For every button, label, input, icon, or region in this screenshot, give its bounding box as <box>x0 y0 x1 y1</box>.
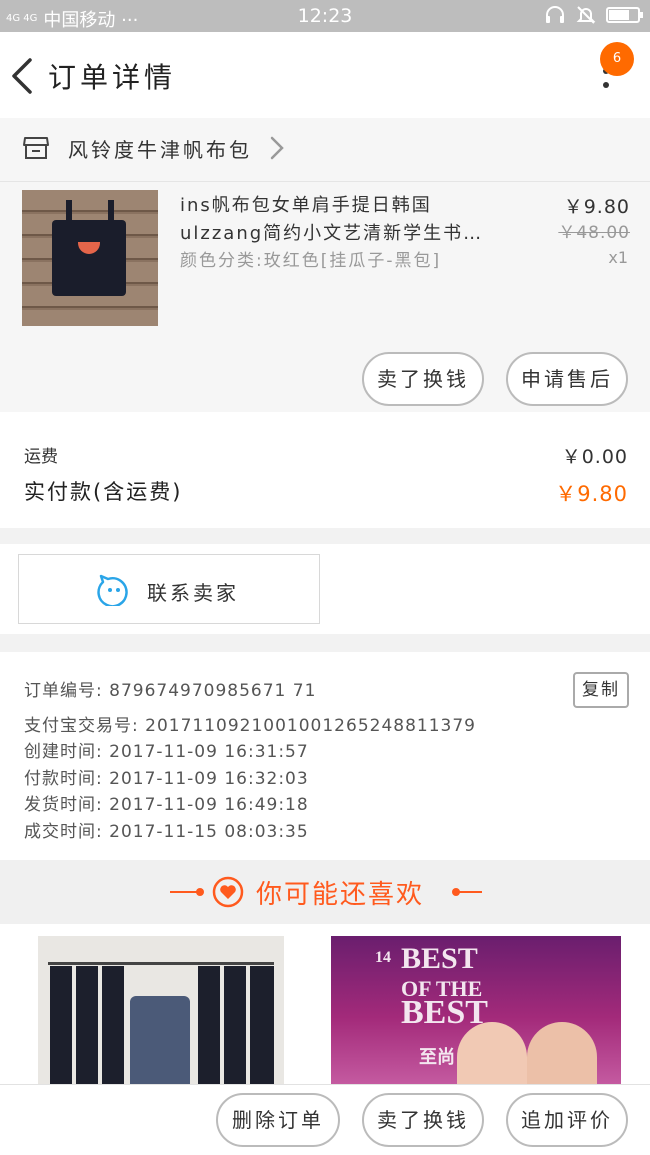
nav-bar: 订单详情 6 <box>0 32 650 118</box>
resell-button[interactable]: 卖了换钱 <box>362 352 484 406</box>
product-title-line2: ulzzang简约小文艺清新学生书… <box>180 223 484 244</box>
paid-time: 付款时间: 2017-11-09 16:32:03 <box>24 768 309 789</box>
back-icon[interactable] <box>8 56 36 96</box>
recommend-product-2[interactable]: 14 BEST OF THE BEST 至尚 <box>331 936 621 1084</box>
shipping-value: ￥0.00 <box>561 446 628 468</box>
shop-name: 风铃度牛津帆布包 <box>68 138 252 162</box>
recommend-grid: 14 BEST OF THE BEST 至尚 <box>0 924 650 1084</box>
chat-face-icon <box>97 574 128 606</box>
recommend-title: 你可能还喜欢 <box>256 880 425 910</box>
product-title-line1: ins帆布包女单肩手提日韩国 <box>180 195 432 216</box>
order-info: 订单编号: 879674970985671 71 支付宝交易号: 2017110… <box>0 652 650 860</box>
paid-label: 实付款(含运费) <box>24 480 183 504</box>
bottom-action-bar: 删除订单 卖了换钱 追加评价 <box>0 1084 650 1155</box>
contact-seller-button[interactable]: 联系卖家 <box>18 554 320 624</box>
after-sale-button[interactable]: 申请售后 <box>506 352 628 406</box>
product-original-price: ￥48.00 <box>558 223 630 243</box>
status-right <box>544 5 643 25</box>
page-title: 订单详情 <box>48 61 177 94</box>
banner-sub: 至尚 <box>419 1047 455 1067</box>
product-quantity: x1 <box>608 248 628 267</box>
contact-strip: 联系卖家 <box>0 544 650 634</box>
product-price: ￥9.80 <box>563 196 630 218</box>
store-icon <box>23 137 49 159</box>
headset-icon <box>546 6 564 23</box>
battery-icon <box>606 7 643 23</box>
banner-line3: BEST <box>401 994 488 1031</box>
paid-value: ￥9.80 <box>555 482 628 506</box>
product-title[interactable]: ins帆布包女单肩手提日韩国 ulzzang简约小文艺清新学生书… <box>180 192 500 248</box>
shipping-label: 运费 <box>24 447 58 467</box>
divider-right <box>456 891 482 893</box>
battery-level <box>609 10 629 20</box>
status-bar: 4G 4G 中国移动 ··· 12:23 <box>0 0 650 32</box>
mute-bell-icon <box>576 6 596 24</box>
message-badge[interactable]: 6 <box>600 42 634 76</box>
shop-row[interactable]: 风铃度牛津帆布包 <box>0 118 650 182</box>
recommend-product-1[interactable] <box>38 936 284 1084</box>
chevron-right-icon <box>270 136 284 160</box>
contact-seller-label: 联系卖家 <box>147 581 239 605</box>
completed-time: 成交时间: 2017-11-15 08:03:35 <box>24 821 309 842</box>
resell-button-bottom[interactable]: 卖了换钱 <box>362 1093 484 1147</box>
created-time: 创建时间: 2017-11-09 16:31:57 <box>24 742 309 762</box>
shipped-time: 发货时间: 2017-11-09 16:49:18 <box>24 795 309 815</box>
banner-number: 14 <box>375 949 391 966</box>
copy-button[interactable]: 复制 <box>573 672 629 708</box>
order-number: 订单编号: 879674970985671 71 <box>24 681 317 701</box>
product-thumbnail[interactable] <box>22 190 158 326</box>
cost-summary: 运费 ￥0.00 实付款(含运费) ￥9.80 <box>0 412 650 528</box>
recommend-header: 你可能还喜欢 <box>0 860 650 924</box>
alipay-trade-number: 支付宝交易号: 2017110921001001265248811379 <box>24 715 476 736</box>
product-sku: 颜色分类:玫红色[挂瓜子-黑包] <box>180 251 442 271</box>
delete-order-button[interactable]: 删除订单 <box>216 1093 340 1147</box>
heart-icon <box>212 876 244 908</box>
divider-left-dot <box>196 888 204 896</box>
add-review-button[interactable]: 追加评价 <box>506 1093 628 1147</box>
order-info-lines: 订单编号: 879674970985671 71 支付宝交易号: 2017110… <box>24 678 476 845</box>
banner-line1: BEST <box>401 942 478 975</box>
order-item[interactable]: ins帆布包女单肩手提日韩国 ulzzang简约小文艺清新学生书… 颜色分类:玫… <box>0 182 650 412</box>
